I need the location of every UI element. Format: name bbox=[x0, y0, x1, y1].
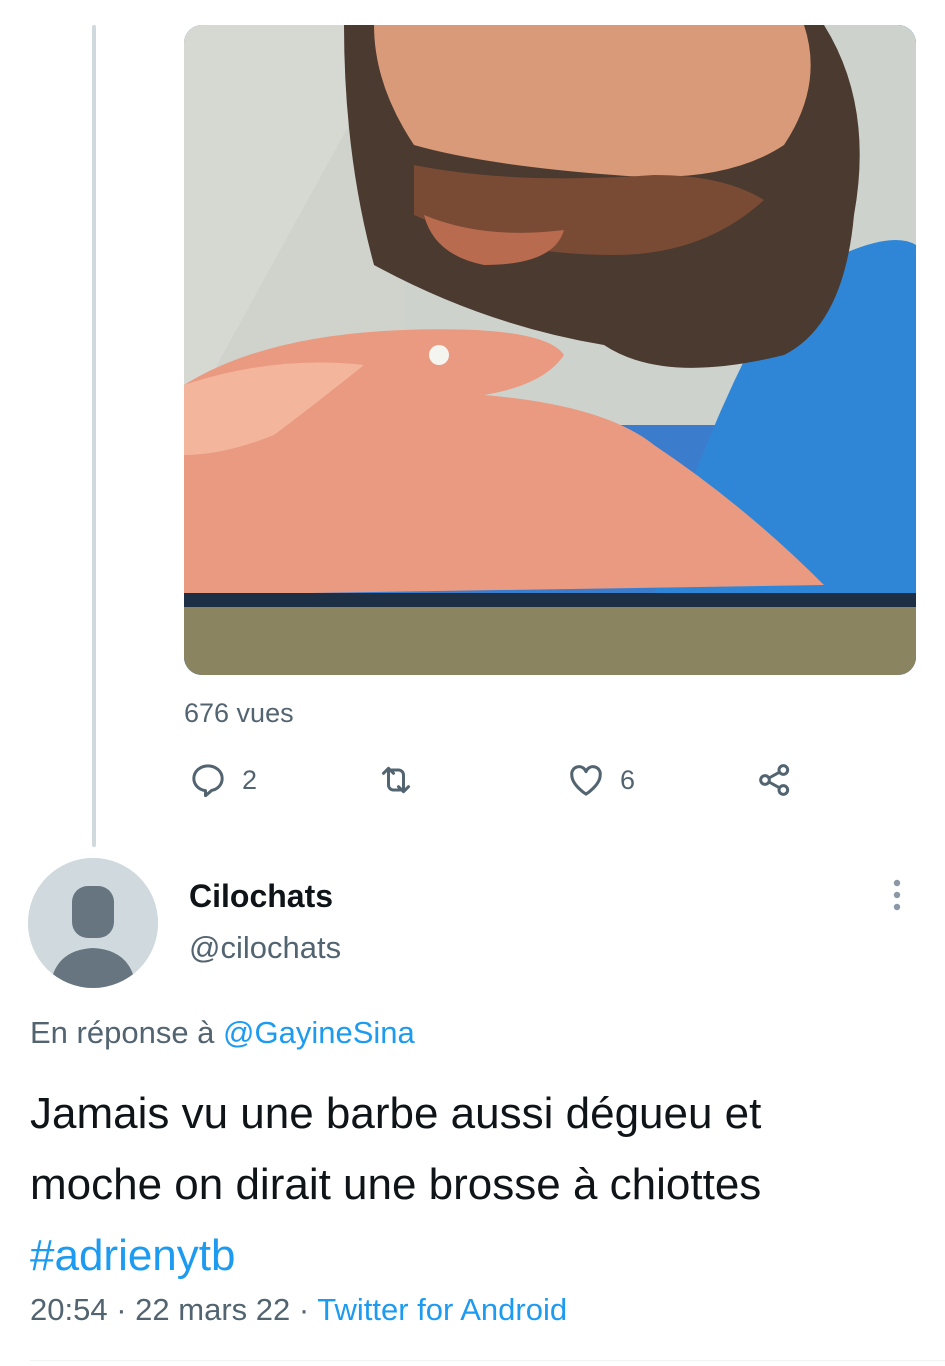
like-button[interactable]: 6 bbox=[566, 752, 635, 808]
default-avatar-icon bbox=[28, 858, 158, 988]
hashtag-link[interactable]: #adrienytb bbox=[30, 1220, 930, 1291]
tweet-time[interactable]: 20:54 bbox=[30, 1292, 108, 1327]
share-icon bbox=[759, 764, 790, 796]
heart-icon bbox=[570, 765, 602, 796]
like-count: 6 bbox=[620, 764, 636, 795]
meta-separator: · bbox=[116, 1292, 127, 1327]
tweet-source-link[interactable]: Twitter for Android bbox=[317, 1292, 567, 1327]
user-display-name[interactable]: Cilochats bbox=[189, 878, 333, 915]
reply-context: En réponse à @GayineSina bbox=[30, 1015, 415, 1051]
photo-illustration bbox=[184, 25, 916, 675]
thread-connector-line bbox=[92, 25, 96, 847]
reply-mention-link[interactable]: @GayineSina bbox=[223, 1015, 415, 1050]
reply-button[interactable]: 2 bbox=[188, 752, 257, 808]
reply-prefix: En réponse à bbox=[30, 1015, 215, 1050]
share-button[interactable] bbox=[755, 752, 795, 808]
user-handle[interactable]: @cilochats bbox=[189, 930, 341, 966]
tweet-text-line: Jamais vu une barbe aussi dégueu et bbox=[30, 1089, 762, 1138]
more-options-button[interactable] bbox=[876, 872, 918, 918]
meta-separator: · bbox=[298, 1292, 310, 1327]
reply-count: 2 bbox=[242, 764, 258, 795]
view-count: 676 vues bbox=[184, 698, 294, 728]
retweet-button[interactable] bbox=[376, 752, 430, 808]
tweet-metadata: 20:54 · 22 mars 22 · Twitter for Android bbox=[30, 1292, 567, 1328]
tweet-text-line: moche on dirait une brosse à chiottes bbox=[30, 1160, 762, 1209]
tweet-date[interactable]: 22 mars 22 bbox=[135, 1292, 290, 1327]
tweet-action-bar: 2 6 bbox=[0, 752, 945, 812]
vertical-dots-icon bbox=[893, 879, 901, 911]
retweet-icon bbox=[382, 766, 410, 794]
divider bbox=[30, 1360, 945, 1361]
speech-bubble-icon bbox=[192, 764, 224, 798]
avatar[interactable] bbox=[28, 858, 158, 988]
tweet-text: Jamais vu une barbe aussi dégueu et moch… bbox=[30, 1078, 930, 1291]
tweet-media-photo[interactable] bbox=[184, 25, 916, 675]
